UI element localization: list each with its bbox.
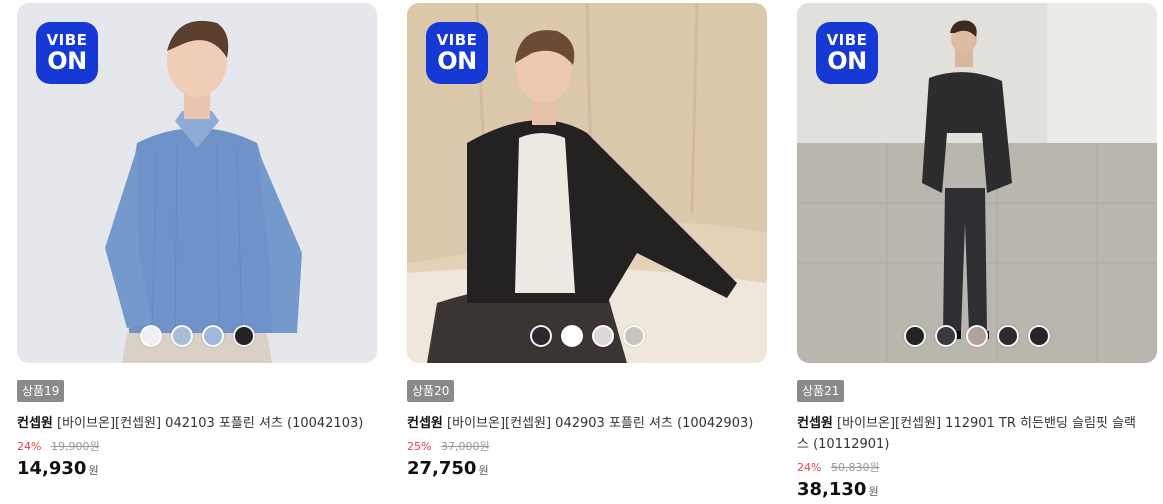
color-swatch[interactable] xyxy=(139,325,162,347)
color-swatch[interactable] xyxy=(997,325,1019,347)
brand-name: 컨셉원 xyxy=(407,416,443,431)
color-swatch[interactable] xyxy=(529,325,552,347)
product-image[interactable]: VIBE ON xyxy=(407,3,767,363)
original-price: 37,000원 xyxy=(440,440,490,453)
currency-unit: 원 xyxy=(478,464,489,477)
color-swatch[interactable] xyxy=(622,325,645,347)
product-title[interactable]: 컨셉원 [바이브온][컨셉원] 112901 TR 히든밴딩 슬림핏 슬랙스 (… xyxy=(797,413,1147,455)
color-swatch[interactable] xyxy=(170,325,193,347)
discount-rate: 25% xyxy=(407,440,432,453)
discount-rate: 24% xyxy=(797,461,822,474)
brand-name: 컨셉원 xyxy=(17,416,53,431)
product-card[interactable]: VIBE ON 상품19 컨셉원 [바이브온][컨셉원] 042103 포플린 … xyxy=(17,0,377,483)
sale-price: 38,130 원 xyxy=(797,478,1157,504)
color-swatch[interactable] xyxy=(935,325,957,347)
color-swatch[interactable] xyxy=(966,325,988,347)
original-price: 50,830원 xyxy=(830,461,880,474)
color-swatch[interactable] xyxy=(591,325,614,347)
color-swatch[interactable] xyxy=(560,325,583,347)
price-row: 24% 50,830원 xyxy=(797,460,1157,476)
price-row: 24% 19,900원 xyxy=(17,439,377,455)
product-name: [바이브온][컨셉원] 042903 포플린 셔츠 (10042903) xyxy=(447,416,754,431)
sale-price-value: 27,750 xyxy=(407,458,477,479)
sale-price: 14,930 원 xyxy=(17,457,377,483)
product-title[interactable]: 컨셉원 [바이브온][컨셉원] 042103 포플린 셔츠 (10042103) xyxy=(17,413,367,434)
currency-unit: 원 xyxy=(868,485,879,498)
product-image[interactable]: VIBE ON xyxy=(797,3,1157,363)
product-badge: 상품19 xyxy=(17,380,65,402)
product-name: [바이브온][컨셉원] 112901 TR 히든밴딩 슬림핏 슬랙스 (1011… xyxy=(797,416,1136,452)
currency-unit: 원 xyxy=(88,464,99,477)
product-badge: 상품21 xyxy=(797,380,845,402)
color-swatch[interactable] xyxy=(904,325,926,347)
product-card[interactable]: VIBE ON 상품20 컨셉원 [바이브온][컨셉원] 042903 포플린 … xyxy=(407,0,767,483)
color-swatches xyxy=(407,325,767,347)
color-swatches xyxy=(797,325,1157,347)
brand-name: 컨셉원 xyxy=(797,416,833,431)
product-image[interactable]: VIBE ON xyxy=(17,3,377,363)
original-price: 19,900원 xyxy=(50,440,100,453)
product-card[interactable]: VIBE ON 상품21 컨셉원 [바이브온][컨셉원] 112901 TR 히… xyxy=(797,0,1157,504)
vibe-on-logo: VIBE ON xyxy=(816,22,878,84)
sale-price-value: 38,130 xyxy=(797,479,867,500)
color-swatch[interactable] xyxy=(201,325,224,347)
product-badge: 상품20 xyxy=(407,380,455,402)
product-name: [바이브온][컨셉원] 042103 포플린 셔츠 (10042103) xyxy=(57,416,364,431)
color-swatch[interactable] xyxy=(1028,325,1050,347)
color-swatches xyxy=(17,325,377,347)
vibe-on-logo: VIBE ON xyxy=(426,22,488,84)
discount-rate: 24% xyxy=(17,440,42,453)
sale-price: 27,750 원 xyxy=(407,457,767,483)
product-title[interactable]: 컨셉원 [바이브온][컨셉원] 042903 포플린 셔츠 (10042903) xyxy=(407,413,757,434)
color-swatch[interactable] xyxy=(232,325,255,347)
vibe-on-logo: VIBE ON xyxy=(36,22,98,84)
price-row: 25% 37,000원 xyxy=(407,439,767,455)
sale-price-value: 14,930 xyxy=(17,458,87,479)
